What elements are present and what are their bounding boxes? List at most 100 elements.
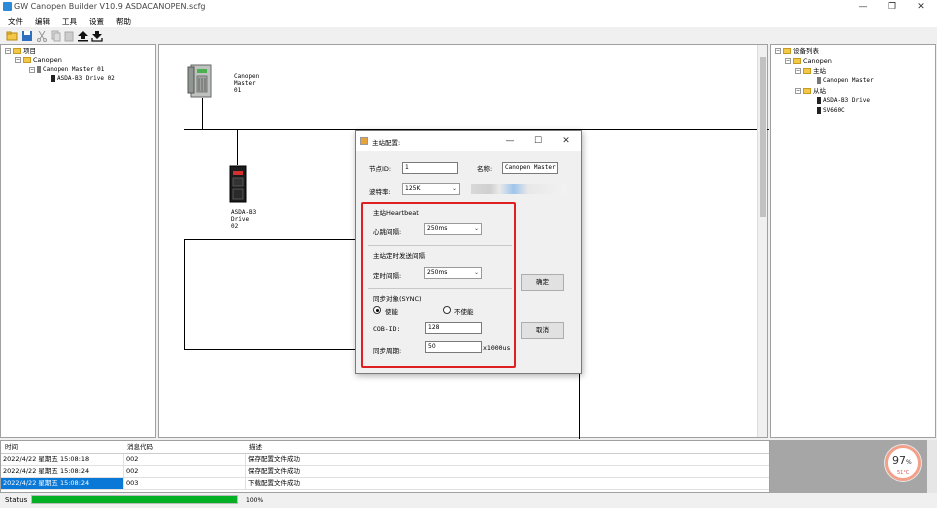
sync-period-input[interactable]: 50 [425,341,482,353]
folder-icon [793,58,801,64]
log-header-time: 时间 [5,443,18,451]
name-input[interactable]: Canopen Master [502,162,558,174]
node-id-input[interactable]: 1 [402,162,458,174]
master-device-icon[interactable] [187,61,213,98]
menu-bar: 文件 编辑 工具 设置 帮助 [0,14,937,27]
timer-select[interactable]: 250ms ⌄ [424,267,482,279]
maximize-button[interactable]: ❐ [886,1,898,13]
canvas-scrollbar[interactable] [757,45,767,437]
menu-edit[interactable]: 编辑 [35,16,50,27]
log-desc: 下载配置文件成功 [245,478,545,489]
bus-connector [237,130,238,165]
toolbar [0,27,937,44]
divider [368,245,512,246]
folder-icon [803,68,811,74]
log-code: 002 [123,454,245,465]
plc-icon [37,66,41,73]
dialog-titlebar: 主站配置: — ☐ ✕ [356,131,581,151]
bus-connector [202,98,203,130]
chevron-down-icon: ⌄ [473,225,479,232]
node-id-label: 节点ID: [369,165,392,173]
status-label: Status [5,496,28,504]
sync-disable-radio[interactable] [443,306,451,314]
dialog-icon [360,137,368,145]
title-bar: GW Canopen Builder V10.9 ASDACANOPEN.scf… [0,0,937,14]
baud-select[interactable]: 125K ⌄ [402,183,460,195]
chevron-down-icon: ⌄ [473,269,479,276]
device-tree-slave-group[interactable]: − 从站 [795,87,826,96]
cob-id-input[interactable]: 128 [425,322,482,334]
scroll-thumb[interactable] [760,57,766,217]
sync-period-unit: x1000us [483,344,511,352]
heartbeat-section-label: 主站Heartbeat [373,209,419,217]
log-code: 002 [123,466,245,477]
table-row[interactable]: 2022/4/22 星期五 15:08:18 002 保存配置文件成功 [1,454,769,466]
sync-enable-label: 使能 [385,308,398,316]
log-scrollbar[interactable] [927,440,937,493]
close-button[interactable]: ✕ [915,1,927,13]
bus-loop [184,239,380,350]
heartbeat-select[interactable]: 250ms ⌄ [424,223,482,235]
master-label: Canopen Master 01 [234,73,260,94]
device-list-panel: − 设备列表 − Canopen − 主站 Canopen Master − 从站 AS… [770,44,936,438]
message-log: 时间 消息代码 描述 2022/4/22 星期五 15:08:18 002 保存… [0,440,770,493]
blurred-region [471,184,566,194]
table-row[interactable]: 2022/4/22 星期五 15:08:24 002 保存配置文件成功 [1,466,769,478]
name-label: 名称: [477,165,493,173]
status-bar: Status 100% [0,493,937,508]
copy-icon[interactable] [50,30,62,42]
drive-icon [51,75,55,82]
drive-device-icon[interactable] [229,165,247,203]
device-tree-canopen[interactable]: − Canopen [785,57,832,66]
table-row[interactable]: 2022/4/22 星期五 15:08:24 003 下载配置文件成功 [1,478,769,490]
performance-widget[interactable]: 97% 51°C [885,445,921,481]
window-title: GW Canopen Builder V10.9 ASDACANOPEN.scf… [14,2,206,11]
baud-label: 波特率: [369,188,391,196]
device-tree-master-group[interactable]: − 主站 [795,67,826,76]
minimize-button[interactable]: — [857,1,869,13]
device-tree-master[interactable]: Canopen Master [817,77,874,84]
sync-section-label: 同步对象(SYNC) [373,295,422,303]
download-icon[interactable] [91,30,103,42]
project-tree-panel: − 项目 − Canopen − Canopen Master 01 ASDA-B3 … [0,44,156,438]
timer-label: 定时间隔: [373,272,402,280]
dialog-maximize-button[interactable]: ☐ [532,135,544,147]
cancel-button[interactable]: 取消 [521,322,564,339]
menu-tools[interactable]: 工具 [62,16,77,27]
device-tree-slave1[interactable]: ASDA-B3 Drive [817,97,870,104]
chevron-down-icon: ⌄ [451,185,457,192]
log-time: 2022/4/22 星期五 15:08:24 [1,478,123,489]
log-desc: 保存配置文件成功 [245,466,545,477]
widget-temp: 51°C [897,470,910,476]
divider [368,288,512,289]
menu-settings[interactable]: 设置 [89,16,104,27]
dialog-minimize-button[interactable]: — [504,135,516,147]
dialog-close-button[interactable]: ✕ [560,135,572,147]
sync-enable-radio[interactable] [373,306,381,314]
tree-master[interactable]: − Canopen Master 01 [29,66,104,73]
cob-id-label: COB-ID: [373,325,401,333]
device-tree-slave2[interactable]: SV660C [817,107,845,114]
plc-icon [817,77,821,84]
sync-disable-label: 不使能 [454,308,474,316]
log-header-desc: 描述 [249,443,262,451]
folder-icon [783,48,791,54]
menu-help[interactable]: 帮助 [116,16,131,27]
device-tree-root[interactable]: − 设备列表 [775,47,819,56]
log-time: 2022/4/22 星期五 15:08:18 [3,455,90,463]
app-icon [3,2,12,11]
menu-file[interactable]: 文件 [8,16,23,27]
ok-button[interactable]: 确定 [521,274,564,291]
upload-icon[interactable] [77,30,89,42]
tree-root[interactable]: − 项目 [5,47,36,56]
folder-icon [803,88,811,94]
save-icon[interactable] [21,30,33,42]
open-icon[interactable] [6,30,18,42]
cut-icon[interactable] [36,30,48,42]
progress-percent: 100% [246,497,264,504]
widget-value: 97% [892,454,912,467]
tree-drive[interactable]: ASDA-B3 Drive 02 [51,75,115,82]
tree-canopen[interactable]: − Canopen [15,56,62,65]
paste-icon[interactable] [63,30,75,42]
sync-period-label: 同步周期: [373,347,402,355]
